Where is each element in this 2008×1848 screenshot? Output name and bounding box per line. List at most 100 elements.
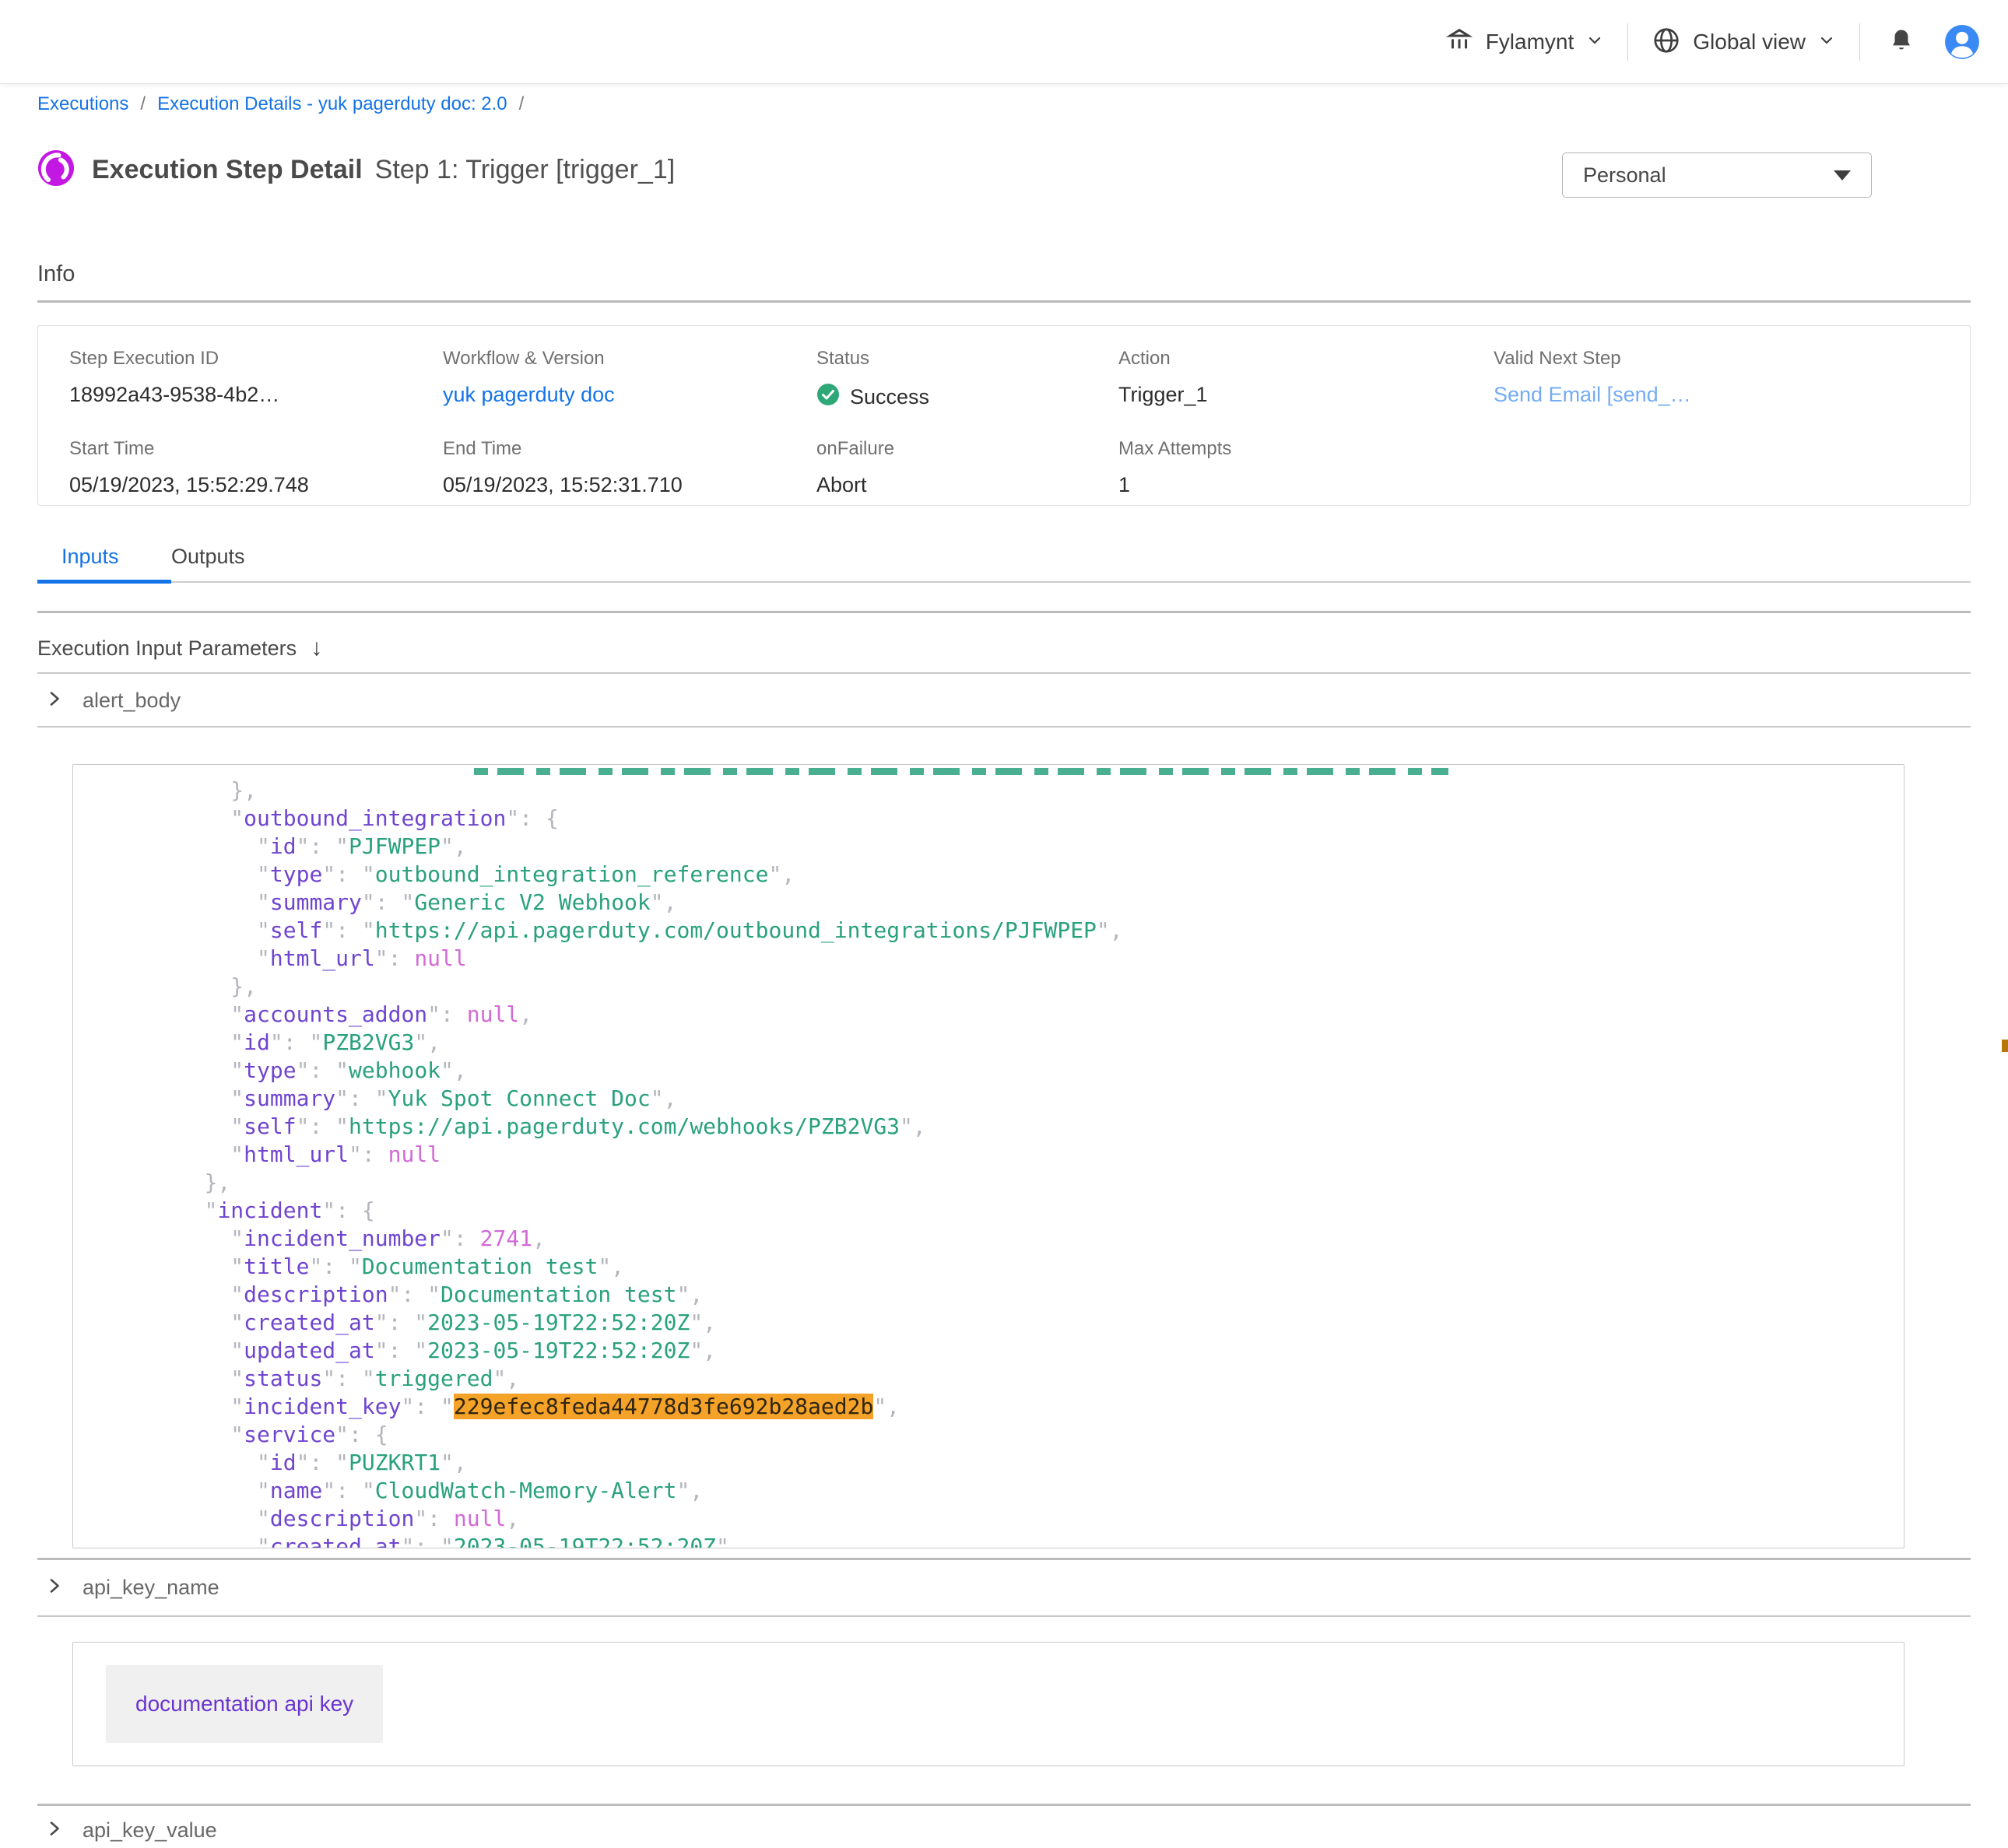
tab-rail [37, 581, 1971, 583]
page-subtitle: Step 1: Trigger [trigger_1] [375, 155, 676, 185]
execution-input-parameters-header: Execution Input Parameters ↓ [37, 630, 322, 666]
code-line: }, [73, 777, 1904, 805]
section-alert-body[interactable]: alert_body [45, 674, 181, 727]
api-key-chip: documentation api key [106, 1665, 383, 1743]
notifications-button[interactable] [1888, 27, 1915, 58]
api-key-name-value-box: documentation api key [72, 1642, 1904, 1766]
field-label: Workflow & Version [443, 348, 816, 370]
code-line: "type": "webhook", [73, 1057, 1904, 1085]
divider [37, 1804, 1971, 1806]
field-start-time: Start Time 05/19/2023, 15:52:29.748 [69, 438, 443, 497]
breadcrumb-execution-details[interactable]: Execution Details - yuk pagerduty doc: 2… [157, 93, 507, 115]
field-label: onFailure [816, 438, 1118, 460]
code-line: "incident": { [73, 1197, 1904, 1225]
organization-icon [1445, 26, 1474, 59]
code-line: "id": "PUZKRT1", [73, 1449, 1904, 1477]
success-check-icon [816, 383, 840, 412]
field-step-execution-id: Step Execution ID 18992a43-9538-4b2… [69, 348, 443, 412]
code-line: "type": "outbound_integration_reference"… [73, 861, 1904, 889]
breadcrumb-executions[interactable]: Executions [37, 93, 128, 115]
divider [1627, 23, 1628, 61]
status-badge: Success [850, 385, 929, 409]
field-end-time: End Time 05/19/2023, 15:52:31.710 [443, 438, 816, 497]
divider [37, 1558, 1971, 1560]
field-label: Step Execution ID [69, 348, 443, 370]
code-line: }, [73, 1169, 1904, 1197]
chevron-right-icon [45, 689, 64, 712]
top-bar-controls: Fylamynt Global view [1445, 0, 1980, 84]
tab-inputs[interactable]: Inputs [37, 545, 171, 580]
view-switcher[interactable]: Global view [1652, 26, 1836, 59]
code-line: }, [73, 973, 1904, 1001]
json-code-viewer[interactable]: }, "outbound_integration": { "id": "PJFW… [72, 764, 1904, 1548]
download-arrow-icon[interactable]: ↓ [311, 635, 322, 661]
field-label: Start Time [69, 438, 443, 460]
code-line: "description": null, [73, 1505, 1904, 1533]
code-line: "self": "https://api.pagerduty.com/outbo… [73, 917, 1904, 945]
divider [37, 672, 1971, 674]
field-value: 05/19/2023, 15:52:31.710 [443, 473, 816, 497]
section-label: alert_body [82, 689, 181, 713]
code-line: "name": "CloudWatch-Memory-Alert", [73, 1477, 1904, 1505]
tab-outputs[interactable]: Outputs [171, 545, 245, 580]
org-switcher[interactable]: Fylamynt [1445, 26, 1605, 59]
code-line: "updated_at": "2023-05-19T22:52:20Z", [73, 1337, 1904, 1365]
info-card: Step Execution ID 18992a43-9538-4b2… Wor… [37, 325, 1971, 506]
divider [37, 1615, 1971, 1617]
scrollbar-search-marker [2002, 1040, 2008, 1052]
code-line: "self": "https://api.pagerduty.com/webho… [73, 1113, 1904, 1141]
code-line: "created_at": "2023-05-19T22:52:20Z", [73, 1309, 1904, 1337]
user-avatar[interactable] [1944, 24, 1980, 60]
divider [37, 611, 1971, 613]
section-label: api_key_name [82, 1576, 219, 1600]
field-value: 18992a43-9538-4b2… [69, 383, 443, 407]
workflow-link[interactable]: yuk pagerduty doc [443, 383, 816, 407]
chevron-right-icon [45, 1576, 64, 1599]
field-label: Action [1118, 348, 1494, 370]
divider [1859, 23, 1860, 61]
page-title-row: Execution Step Detail Step 1: Trigger [t… [37, 146, 675, 193]
code-lines: }, "outbound_integration": { "id": "PJFW… [73, 777, 1904, 1548]
field-label: Valid Next Step [1494, 348, 1970, 370]
clipped-code-line [474, 768, 1448, 775]
code-line: "title": "Documentation test", [73, 1253, 1904, 1281]
tab-bar: Inputs Outputs [37, 545, 245, 580]
execution-step-detail-page: Fylamynt Global view [0, 0, 2008, 1848]
section-api-key-value[interactable]: api_key_value [45, 1807, 217, 1848]
field-label: Max Attempts [1118, 438, 1494, 460]
field-onfailure: onFailure Abort [816, 438, 1118, 497]
code-line: "incident_number": 2741, [73, 1225, 1904, 1253]
divider [37, 726, 1971, 728]
breadcrumb: Executions / Execution Details - yuk pag… [37, 93, 524, 115]
code-line: "accounts_addon": null, [73, 1001, 1904, 1029]
globe-icon [1652, 26, 1681, 59]
field-action: Action Trigger_1 [1118, 348, 1494, 412]
active-tab-indicator [37, 580, 171, 584]
scope-select-value: Personal [1583, 163, 1666, 188]
scope-select[interactable]: Personal [1562, 153, 1872, 198]
info-grid: Step Execution ID 18992a43-9538-4b2… Wor… [38, 326, 1970, 497]
field-value: 1 [1118, 473, 1494, 497]
workflow-step-icon [37, 149, 75, 191]
org-name: Fylamynt [1486, 30, 1574, 54]
section-api-key-name[interactable]: api_key_name [45, 1561, 219, 1614]
field-workflow-version: Workflow & Version yuk pagerduty doc [443, 348, 816, 412]
field-value: Trigger_1 [1118, 383, 1494, 407]
chevron-right-icon [45, 1819, 64, 1842]
code-line: "service": { [73, 1421, 1904, 1449]
code-line: "status": "triggered", [73, 1365, 1904, 1393]
info-heading: Info [37, 261, 75, 287]
code-line: "summary": "Yuk Spot Connect Doc", [73, 1085, 1904, 1113]
code-line: "html_url": null [73, 1141, 1904, 1169]
breadcrumb-separator: / [140, 93, 146, 115]
code-line: "outbound_integration": { [73, 805, 1904, 833]
field-valid-next-step: Valid Next Step Send Email [send_… [1494, 348, 1970, 412]
section-label: api_key_value [82, 1818, 217, 1843]
field-status: Status Success [816, 348, 1118, 412]
field-max-attempts: Max Attempts 1 [1118, 438, 1494, 497]
next-step-link[interactable]: Send Email [send_… [1494, 383, 1970, 407]
select-caret-icon [1834, 170, 1851, 181]
code-line: "id": "PZB2VG3", [73, 1029, 1904, 1057]
top-bar: Fylamynt Global view [0, 0, 2008, 84]
code-line: "id": "PJFWPEP", [73, 833, 1904, 861]
